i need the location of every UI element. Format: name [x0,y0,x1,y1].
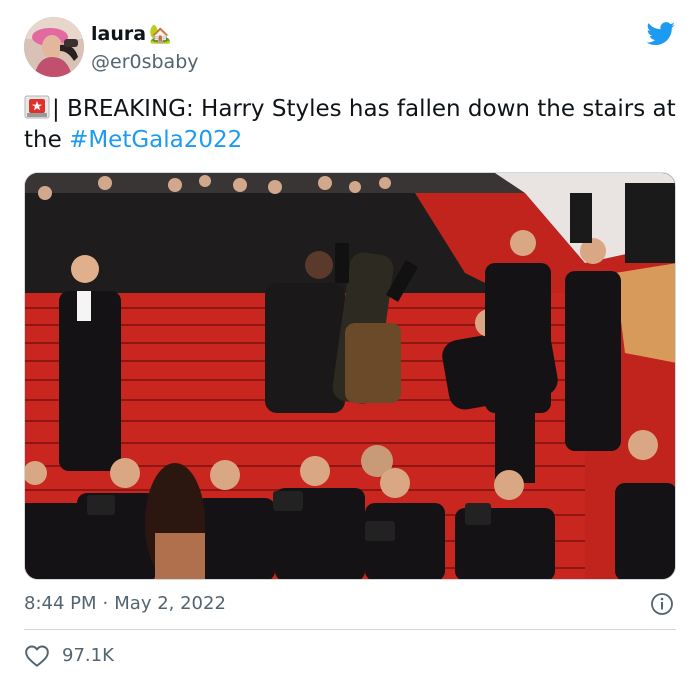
avatar[interactable] [24,17,84,77]
user-handle[interactable]: @er0sbaby [91,50,199,74]
tweet-time[interactable]: 8:44 PM [24,593,97,614]
info-icon[interactable] [650,592,674,616]
heart-icon[interactable] [24,644,50,668]
photo-red-carpet-stairs-icon [25,173,675,579]
twitter-bird-icon[interactable] [646,22,676,46]
siren-icon [24,95,50,119]
tweet-photo[interactable] [24,172,676,580]
like-button[interactable]: 97.1K [24,644,114,668]
display-name[interactable]: laura 🏡 [91,22,171,47]
hashtag-link[interactable]: #MetGala2022 [69,127,242,153]
display-name-text[interactable]: laura [91,23,146,45]
house-emoji-icon: 🏡 [149,24,172,45]
tweet-card: laura 🏡 @er0sbaby | BREAKING: Harry Style… [0,0,700,683]
tweet-date[interactable]: May 2, 2022 [114,593,226,614]
tweet-text: | BREAKING: Harry Styles has fallen down… [24,94,676,156]
divider [24,629,676,630]
timestamp[interactable]: 8:44 PM · May 2, 2022 [24,592,226,616]
like-count: 97.1K [62,645,114,666]
meta-separator: · [102,593,109,614]
